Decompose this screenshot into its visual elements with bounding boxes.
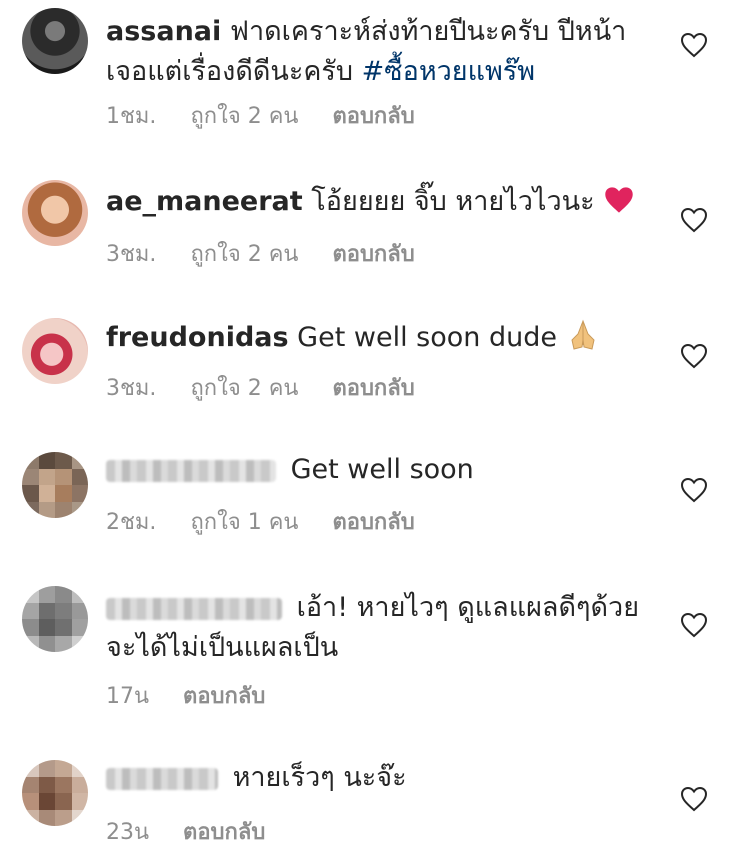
avatar[interactable] <box>22 586 88 652</box>
blurred-avatar <box>22 760 88 826</box>
avatar[interactable] <box>22 180 88 246</box>
avatar[interactable] <box>22 8 88 74</box>
comment-text: Get well soon <box>106 450 666 490</box>
comment-body: โอ้ยยยย จิ๊บ หายไวไวนะ <box>311 186 595 217</box>
comment-text: freudonidas Get well soon dude <box>106 318 666 358</box>
heart-icon[interactable] <box>680 786 708 812</box>
blurred-username <box>106 597 282 620</box>
comment-meta: 3ชม. ถูกใจ 2 คน ตอบกลับ <box>106 236 415 271</box>
avatar[interactable] <box>22 452 88 518</box>
comment-body: Get well soon dude <box>297 322 557 353</box>
comment-username[interactable]: ae_maneerat <box>106 186 303 217</box>
comment-time: 23น <box>106 820 150 845</box>
reply-button[interactable]: ตอบกลับ <box>332 236 414 271</box>
heart-icon[interactable] <box>680 343 708 369</box>
comment-username[interactable]: assanai <box>106 16 221 47</box>
comment-likes[interactable]: ถูกใจ 2 คน <box>190 98 298 133</box>
reply-button[interactable]: ตอบกลับ <box>183 678 265 713</box>
hashtag-link[interactable]: #ซื้อหวยแพร๊พ <box>362 56 535 87</box>
heart-icon[interactable] <box>680 612 708 638</box>
comment-text: หายเร็วๆ นะจ๊ะ <box>106 758 666 798</box>
heart-icon[interactable] <box>680 32 708 58</box>
comment-time: 3ชม. <box>106 376 157 401</box>
folded-hands-emoji-icon <box>571 319 595 350</box>
comment-meta: 17น ตอบกลับ <box>106 678 265 713</box>
reply-button[interactable]: ตอบกลับ <box>332 98 414 133</box>
heart-icon[interactable] <box>680 477 708 503</box>
comment-meta: 1ชม. ถูกใจ 2 คน ตอบกลับ <box>106 98 415 133</box>
avatar[interactable] <box>22 760 88 826</box>
reply-button[interactable]: ตอบกลับ <box>332 504 414 539</box>
red-heart-emoji-icon <box>605 187 633 213</box>
avatar[interactable] <box>22 318 88 384</box>
comment-meta: 3ชม. ถูกใจ 2 คน ตอบกลับ <box>106 370 415 405</box>
comment-likes[interactable]: ถูกใจ 2 คน <box>190 236 298 271</box>
comment-meta: 23น ตอบกลับ <box>106 814 265 849</box>
comment-username[interactable]: freudonidas <box>106 322 289 353</box>
comment-time: 1ชม. <box>106 104 157 129</box>
comment-text: assanai ฟาดเคราะห์ส่งท้ายปีนะครับ ปีหน้า… <box>106 12 666 92</box>
blurred-avatar <box>22 452 88 518</box>
comment-time: 3ชม. <box>106 242 157 267</box>
reply-button[interactable]: ตอบกลับ <box>183 814 265 849</box>
comment-likes[interactable]: ถูกใจ 1 คน <box>190 504 298 539</box>
comment-text: เอ้า! หายไวๆ ดูแลแผลดีๆด้วย จะได้ไม่เป็น… <box>106 588 646 668</box>
blurred-username <box>106 767 218 790</box>
comment-text: ae_maneerat โอ้ยยยย จิ๊บ หายไวไวนะ <box>106 182 666 222</box>
blurred-username <box>106 459 276 482</box>
heart-icon[interactable] <box>680 207 708 233</box>
blurred-avatar <box>22 586 88 652</box>
comment-meta: 2ชม. ถูกใจ 1 คน ตอบกลับ <box>106 504 415 539</box>
comment-body: หายเร็วๆ นะจ๊ะ <box>232 762 407 793</box>
comment-time: 2ชม. <box>106 510 157 535</box>
comment-body: Get well soon <box>290 454 474 485</box>
comment-time: 17น <box>106 684 150 709</box>
comment-likes[interactable]: ถูกใจ 2 คน <box>190 370 298 405</box>
reply-button[interactable]: ตอบกลับ <box>332 370 414 405</box>
